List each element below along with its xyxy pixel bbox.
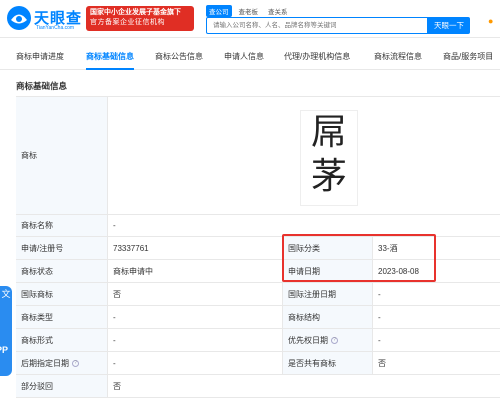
value-priority-date: - <box>372 329 500 351</box>
logo-domain: TianYanCha.com <box>36 25 75 31</box>
label-trademark-form: 商标形式 <box>16 329 107 351</box>
table-row: 商标形式 - 优先权日期? - <box>16 329 500 352</box>
table-row-trademark: 商标 <box>16 97 500 215</box>
label-partial-reject: 部分驳回 <box>16 375 107 397</box>
table-row: 国际商标 否 国际注册日期 - <box>16 283 500 306</box>
label-intl-class: 国际分类 <box>282 237 372 259</box>
table-row: 申请/注册号 73337761 国际分类 33-酒 <box>16 237 500 260</box>
search-tab-boss[interactable]: 查老板 <box>236 5 262 17</box>
coin-icon[interactable]: ● <box>488 16 500 28</box>
label-intl-trademark: 国际商标 <box>16 283 107 305</box>
help-icon[interactable]: ? <box>331 336 338 344</box>
table-row: 后期指定日期? - 是否共有商标 否 <box>16 352 500 375</box>
label-shared-trademark: 是否共有商标 <box>282 352 372 374</box>
label-status: 商标状态 <box>16 260 107 282</box>
tab-agency[interactable]: 代理/办理机构信息 <box>284 44 350 70</box>
value-status: 商标申请中 <box>107 260 282 282</box>
label-trademark-type: 商标类型 <box>16 306 107 328</box>
app-download-label[interactable]: PP <box>0 345 14 357</box>
tab-application-progress[interactable]: 商标申请进度 <box>16 44 64 70</box>
label-trademark-name: 商标名称 <box>16 215 107 236</box>
search-tabs: 查公司 查老板 查关系 <box>206 5 295 17</box>
tab-process[interactable]: 商标流程信息 <box>374 44 422 70</box>
trademark-glyph-1: 屌 <box>310 112 347 153</box>
info-table: 商标 商标名称 - 申请/注册号 73337761 国际分类 33-酒 商标状态… <box>16 96 500 398</box>
tab-goods-services[interactable]: 商品/服务项目 <box>443 44 493 70</box>
value-partial-reject: 否 <box>107 375 500 397</box>
search-input[interactable] <box>207 18 427 33</box>
search-tab-company[interactable]: 查公司 <box>206 5 232 17</box>
value-trademark-name: - <box>107 215 500 236</box>
badge-line2: 官方备案企业征信机构 <box>90 19 165 26</box>
label-trademark-structure: 商标结构 <box>282 306 372 328</box>
label-reg-number: 申请/注册号 <box>16 237 107 259</box>
search-tab-relation[interactable]: 查关系 <box>265 5 291 17</box>
value-intl-reg-date: - <box>372 283 500 305</box>
value-trademark-type: - <box>107 306 282 328</box>
label-trademark: 商标 <box>16 97 107 214</box>
search-button[interactable]: 天眼一下 <box>428 17 470 34</box>
logo[interactable]: 天眼查 TianYanCha.com <box>6 5 86 33</box>
section-title: 商标基础信息 <box>16 81 68 91</box>
badge-line1: 国家中小企业发展子基金旗下 <box>90 9 181 16</box>
help-icon[interactable]: ? <box>72 359 79 367</box>
tab-basic-info[interactable]: 商标基础信息 <box>86 44 134 70</box>
tab-applicant[interactable]: 申请人信息 <box>224 44 264 70</box>
value-intl-class[interactable]: 33-酒 <box>372 237 500 259</box>
top-header: 天眼查 TianYanCha.com 国家中小企业发展子基金旗下 官方备案企业征… <box>0 0 500 38</box>
value-later-date: - <box>107 352 282 374</box>
value-shared-trademark: 否 <box>372 352 500 374</box>
tab-bar: 商标申请进度 商标基础信息 商标公告信息 申请人信息 代理/办理机构信息 商标流… <box>0 44 500 70</box>
value-trademark-structure: - <box>372 306 500 328</box>
trademark-glyph-2: 茅 <box>310 156 347 197</box>
tab-announcement[interactable]: 商标公告信息 <box>155 44 203 70</box>
value-intl-trademark: 否 <box>107 283 282 305</box>
table-row: 部分驳回 否 <box>16 375 500 398</box>
label-intl-reg-date: 国际注册日期 <box>282 283 372 305</box>
label-later-date: 后期指定日期? <box>16 352 107 374</box>
table-row: 商标类型 - 商标结构 - <box>16 306 500 329</box>
official-badge[interactable]: 国家中小企业发展子基金旗下 官方备案企业征信机构 <box>86 6 194 31</box>
value-apply-date: 2023-08-08 <box>372 260 500 282</box>
value-trademark-form: - <box>107 329 282 351</box>
search-box <box>206 17 428 34</box>
label-later-date-text: 后期指定日期 <box>21 358 69 368</box>
value-reg-number: 73337761 <box>107 237 282 259</box>
trademark-image[interactable]: 屌 茅 <box>300 110 358 206</box>
table-row: 商标状态 商标申请中 申请日期 2023-08-08 <box>16 260 500 283</box>
table-row: 商标名称 - <box>16 215 500 237</box>
label-apply-date: 申请日期 <box>282 260 372 282</box>
label-priority-date-text: 优先权日期 <box>288 335 328 345</box>
logo-icon <box>7 6 31 30</box>
translate-icon[interactable]: 文 <box>0 288 12 300</box>
label-priority-date: 优先权日期? <box>282 329 372 351</box>
